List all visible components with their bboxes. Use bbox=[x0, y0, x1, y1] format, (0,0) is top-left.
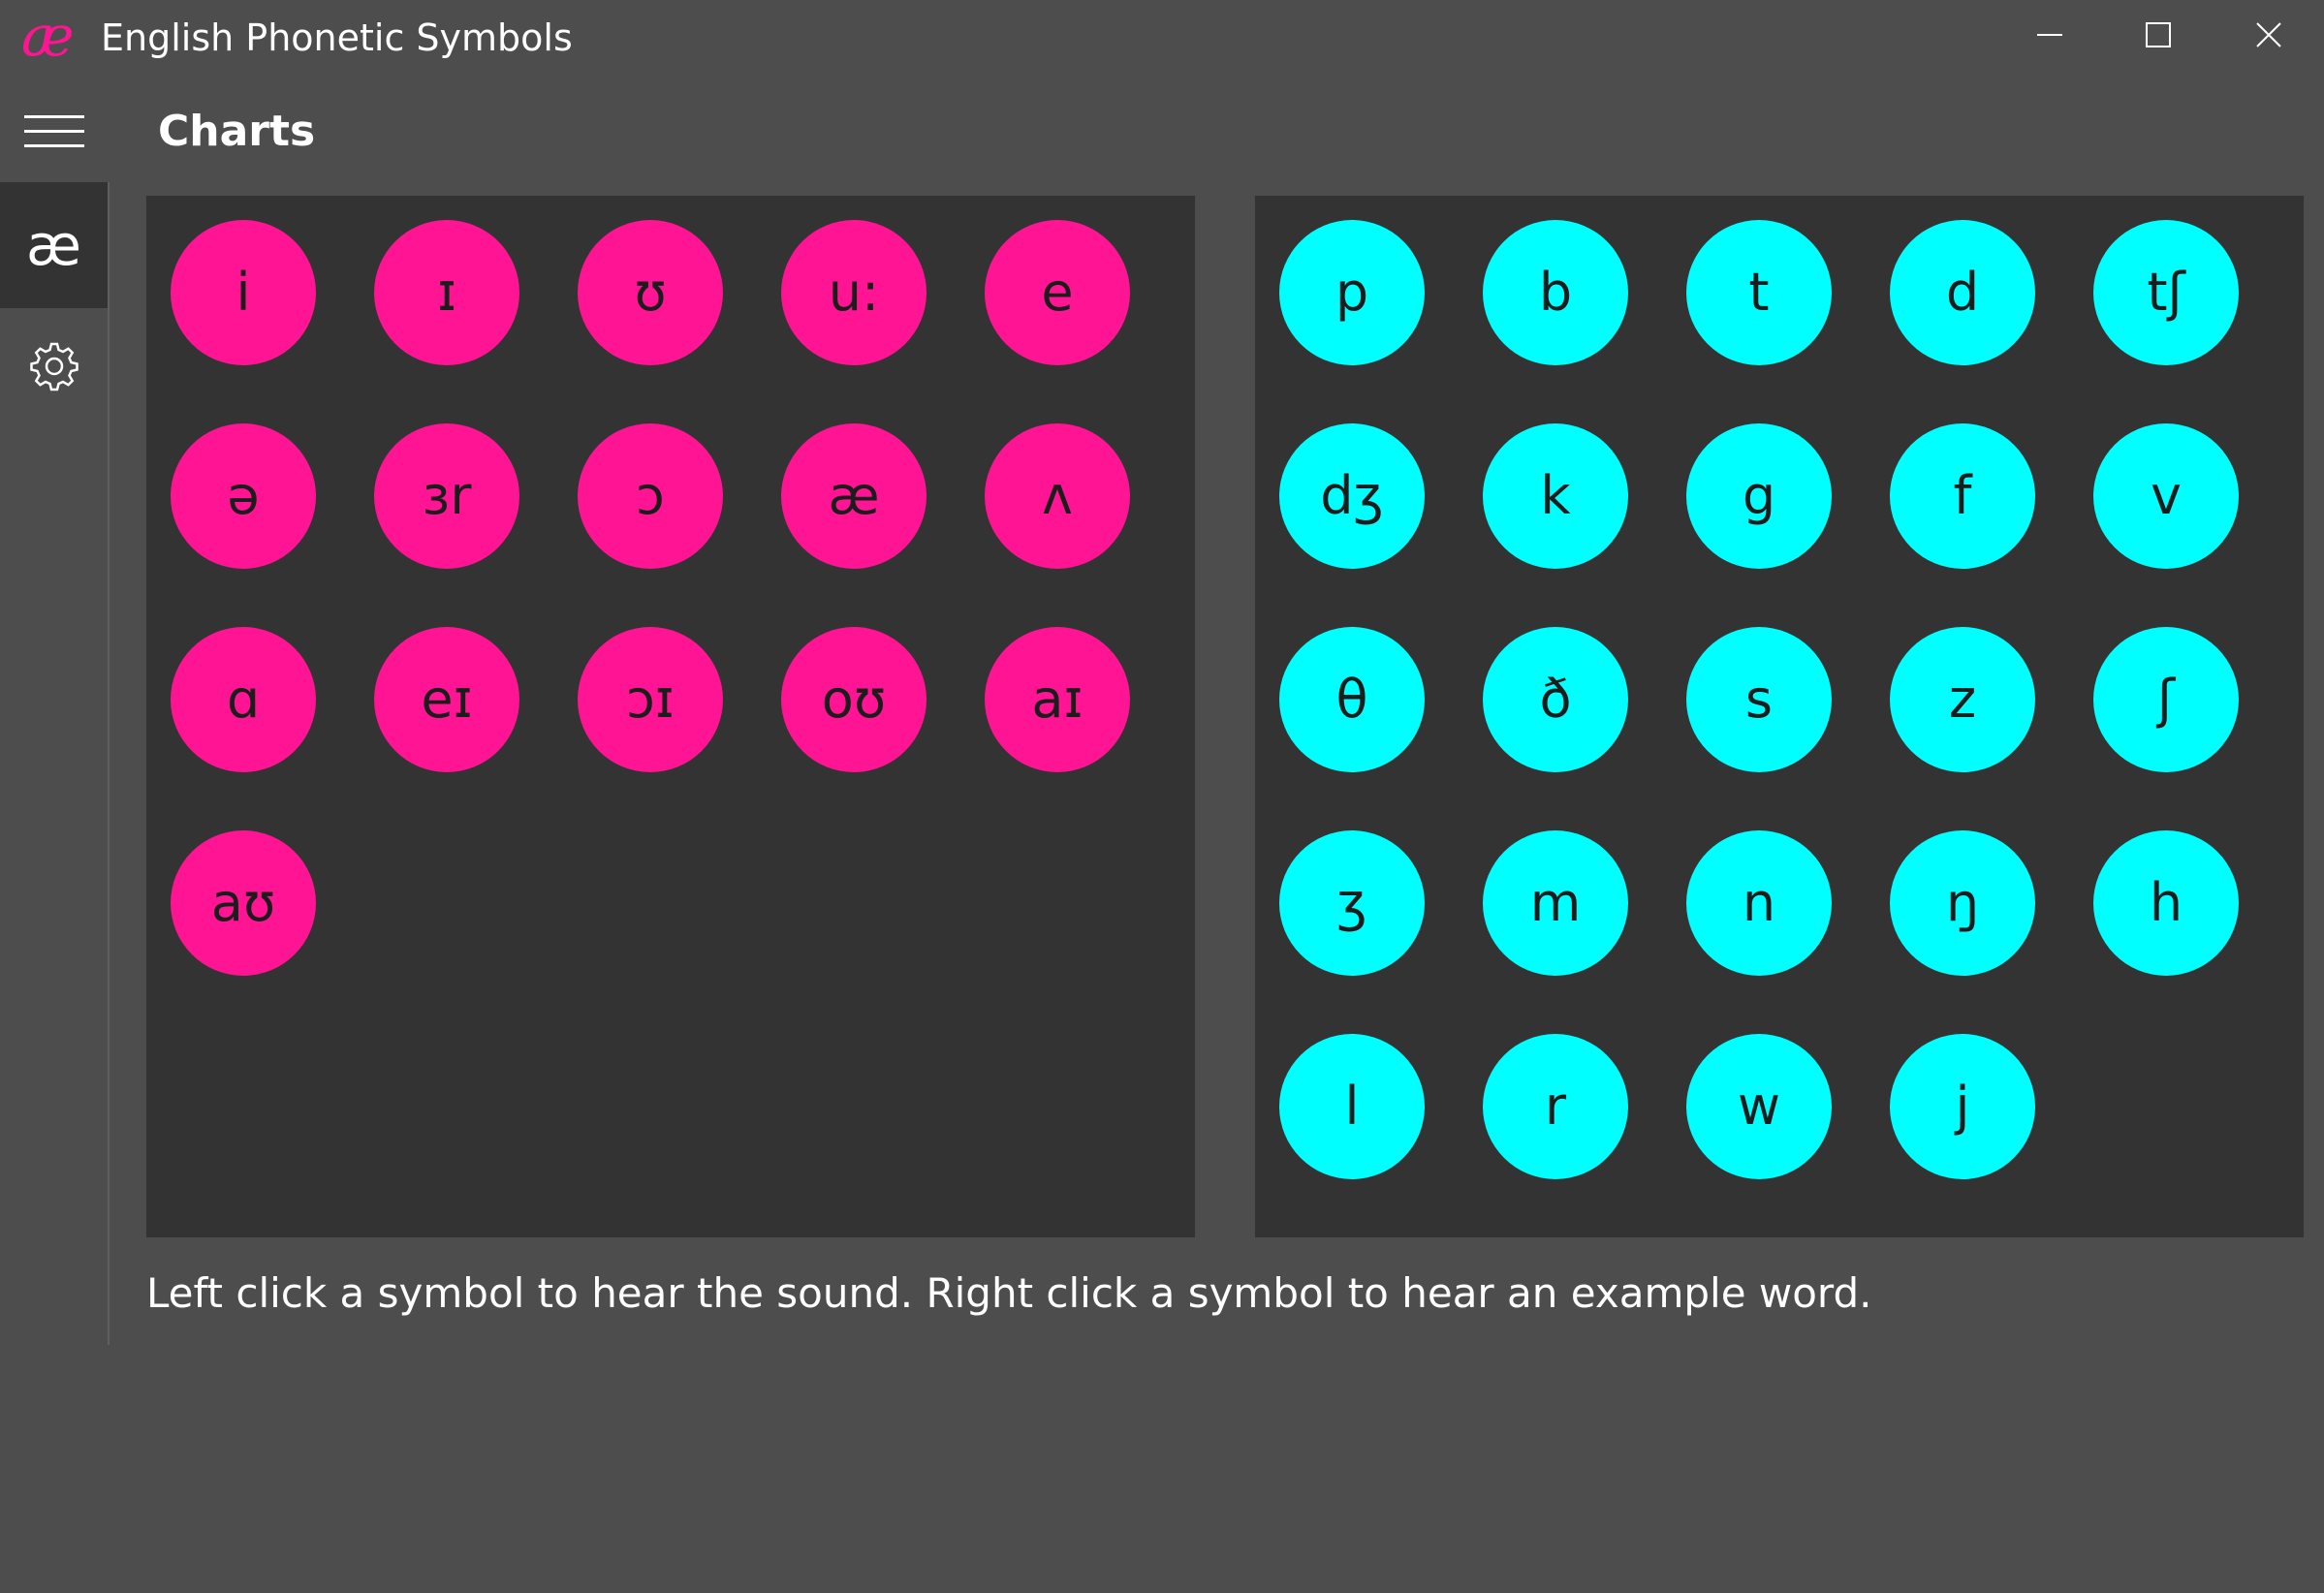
vowel-symbol-button[interactable]: ɑ bbox=[171, 627, 316, 772]
consonant-symbol-button[interactable]: θ bbox=[1279, 627, 1425, 772]
vowel-symbol-button[interactable]: eɪ bbox=[374, 627, 519, 772]
vowel-symbol-button[interactable]: ə bbox=[171, 423, 316, 569]
app-window: æ English Phonetic Symbols Charts æ i ɪ … bbox=[0, 0, 2324, 1593]
consonant-symbol-button[interactable]: j bbox=[1890, 1034, 2035, 1179]
consonant-symbol-button[interactable]: ʃ bbox=[2093, 627, 2239, 772]
consonant-symbol-button[interactable]: l bbox=[1279, 1034, 1425, 1179]
maximize-button[interactable] bbox=[2103, 0, 2214, 70]
consonant-symbol-button[interactable]: ʒ bbox=[1279, 830, 1425, 976]
page-title: Charts bbox=[158, 107, 316, 156]
consonant-symbol-button[interactable]: n bbox=[1686, 830, 1832, 976]
consonant-symbol-button[interactable]: v bbox=[2093, 423, 2239, 569]
vowel-symbol-button[interactable]: e bbox=[985, 220, 1130, 365]
nav-rail: æ bbox=[0, 182, 110, 1345]
close-button[interactable] bbox=[2214, 0, 2324, 70]
consonant-symbol-button[interactable]: s bbox=[1686, 627, 1832, 772]
vowel-symbol-button[interactable]: ʊ bbox=[578, 220, 723, 365]
vowel-symbol-button[interactable]: ɜr bbox=[374, 423, 519, 569]
instructions-text: Left click a symbol to hear the sound. R… bbox=[146, 1269, 1872, 1317]
nav-item-charts-label: æ bbox=[26, 212, 81, 278]
consonant-symbol-button[interactable]: w bbox=[1686, 1034, 1832, 1179]
consonant-symbol-button[interactable]: p bbox=[1279, 220, 1425, 365]
consonant-symbol-button[interactable]: tʃ bbox=[2093, 220, 2239, 365]
consonant-symbol-button[interactable]: f bbox=[1890, 423, 2035, 569]
hamburger-menu-button[interactable] bbox=[0, 97, 109, 167]
hamburger-icon bbox=[24, 115, 84, 147]
window-title: English Phonetic Symbols bbox=[101, 16, 573, 59]
vowel-symbol-button[interactable]: ɔɪ bbox=[578, 627, 723, 772]
consonant-symbol-button[interactable]: b bbox=[1483, 220, 1628, 365]
vowel-symbol-button[interactable]: ɪ bbox=[374, 220, 519, 365]
consonant-symbol-button[interactable]: dʒ bbox=[1279, 423, 1425, 569]
consonant-symbol-button[interactable]: r bbox=[1483, 1034, 1628, 1179]
title-bar: æ English Phonetic Symbols bbox=[0, 0, 2324, 74]
consonant-symbol-button[interactable]: z bbox=[1890, 627, 2035, 772]
consonant-symbol-button[interactable]: t bbox=[1686, 220, 1832, 365]
close-icon bbox=[2256, 22, 2281, 47]
minimize-icon bbox=[2037, 34, 2062, 36]
consonant-symbol-button[interactable]: g bbox=[1686, 423, 1832, 569]
vowel-symbol-button[interactable]: i bbox=[171, 220, 316, 365]
vowel-chart-panel: i ɪ ʊ u: e ə ɜr ɔ æ ʌ ɑ eɪ ɔɪ oʊ aɪ aʊ bbox=[146, 196, 1195, 1237]
vowel-symbol-button[interactable]: ɔ bbox=[578, 423, 723, 569]
consonant-symbol-button[interactable]: h bbox=[2093, 830, 2239, 976]
minimize-button[interactable] bbox=[1994, 0, 2105, 70]
consonant-symbol-button[interactable]: m bbox=[1483, 830, 1628, 976]
vowel-symbol-button[interactable]: aʊ bbox=[171, 830, 316, 976]
consonant-chart-panel: p b t d tʃ dʒ k g f v θ ð s z ʃ ʒ m n ŋ h l r w j bbox=[1255, 196, 2304, 1237]
consonant-symbol-button[interactable]: k bbox=[1483, 423, 1628, 569]
gear-icon bbox=[29, 342, 79, 391]
nav-item-settings[interactable] bbox=[0, 308, 108, 424]
maximize-icon bbox=[2146, 22, 2171, 47]
vowel-symbol-button[interactable]: oʊ bbox=[781, 627, 926, 772]
consonant-symbol-button[interactable]: ŋ bbox=[1890, 830, 2035, 976]
consonant-symbol-button[interactable]: ð bbox=[1483, 627, 1628, 772]
vowel-symbol-button[interactable]: aɪ bbox=[985, 627, 1130, 772]
vowel-symbol-button[interactable]: ʌ bbox=[985, 423, 1130, 569]
vowel-symbol-button[interactable]: æ bbox=[781, 423, 926, 569]
app-logo: æ bbox=[21, 3, 75, 69]
consonant-symbol-button[interactable]: d bbox=[1890, 220, 2035, 365]
nav-item-charts[interactable]: æ bbox=[0, 182, 108, 308]
vowel-symbol-button[interactable]: u: bbox=[781, 220, 926, 365]
